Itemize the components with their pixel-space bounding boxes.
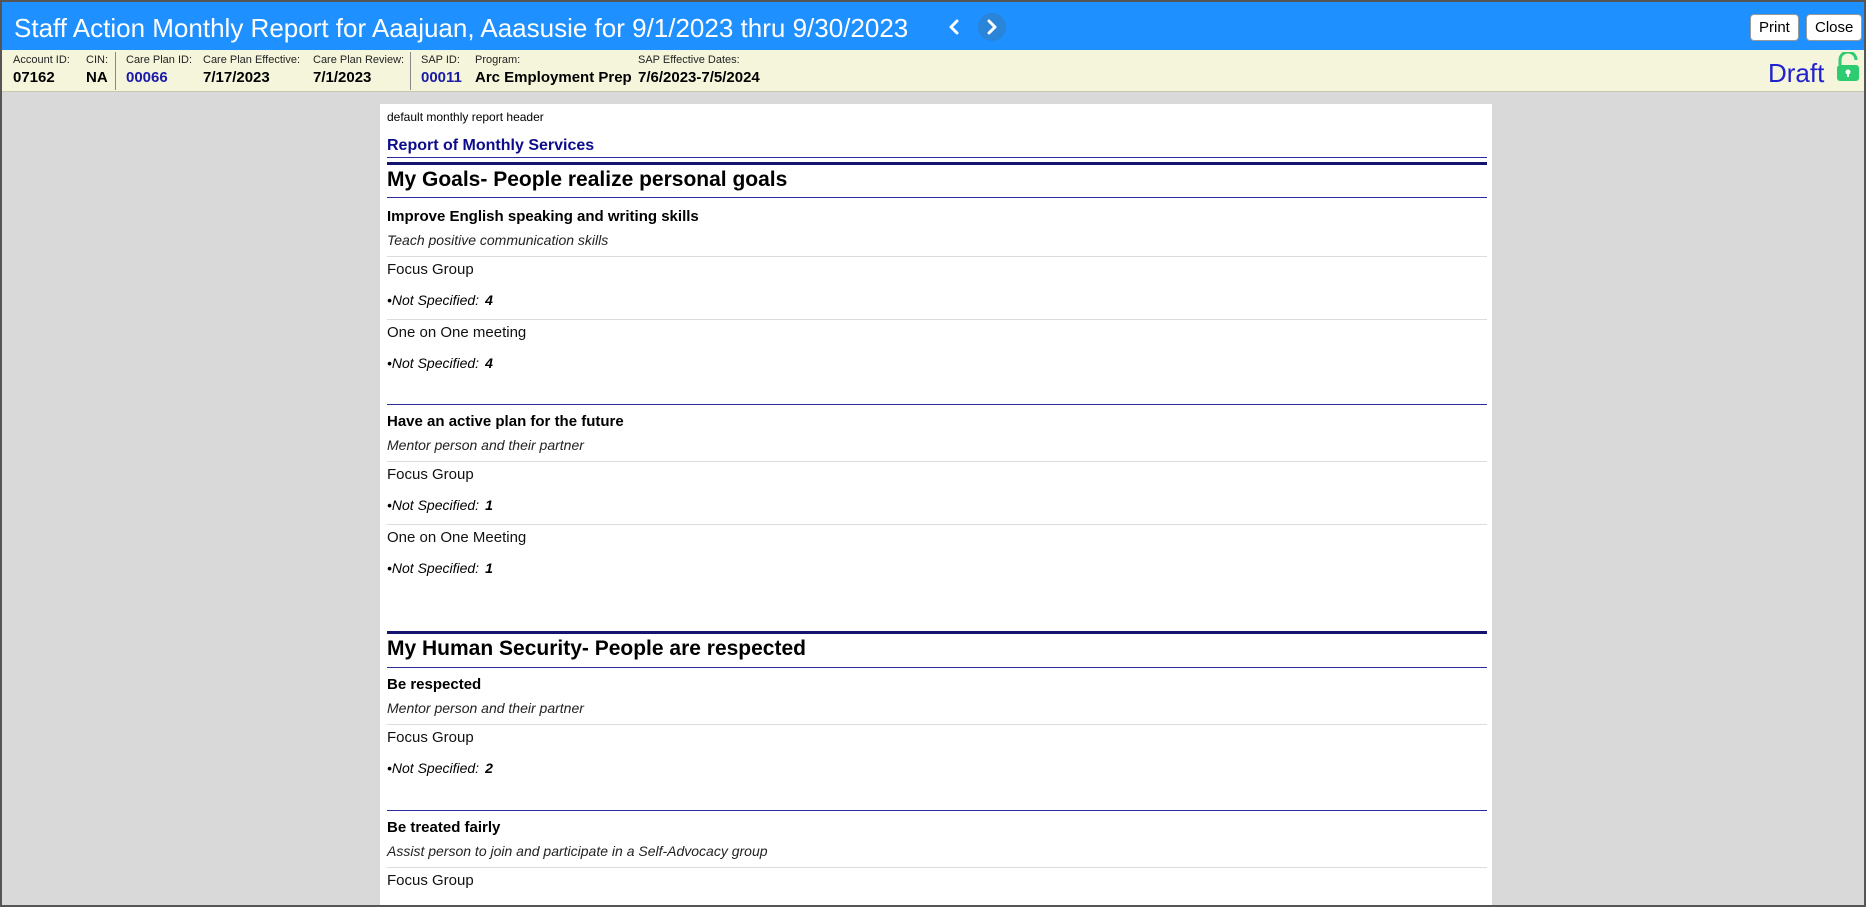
care-plan-effective-value: 7/17/2023 bbox=[203, 69, 270, 86]
service-count-row: •Not Specified: 1 bbox=[387, 560, 493, 576]
rule bbox=[387, 810, 1487, 811]
service-name: Focus Group bbox=[387, 729, 474, 746]
sap-dates-label: SAP Effective Dates: bbox=[638, 54, 740, 66]
next-report-button[interactable] bbox=[978, 13, 1006, 41]
service-name: One on One meeting bbox=[387, 324, 527, 341]
report-document: default monthly report header Report of … bbox=[380, 104, 1492, 905]
action-text: Assist person to join and participate in… bbox=[387, 843, 768, 859]
service-count-row: •Not Specified: 4 bbox=[387, 355, 493, 371]
rule bbox=[387, 631, 1487, 634]
unit-label: •Not Specified: bbox=[387, 560, 480, 576]
care-plan-id-label: Care Plan ID: bbox=[126, 54, 193, 66]
goal-heading: Improve English speaking and writing ski… bbox=[387, 208, 699, 225]
cin-label: CIN: bbox=[86, 54, 108, 66]
service-name: Focus Group bbox=[387, 261, 474, 278]
row-divider bbox=[387, 724, 1487, 725]
status-badge: Draft bbox=[1768, 58, 1825, 88]
service-count-row: •Not Specified: 2 bbox=[387, 760, 493, 776]
domain-heading: My Goals- People realize personal goals bbox=[387, 168, 788, 191]
care-plan-review-value: 7/1/2023 bbox=[313, 69, 372, 86]
action-text: Mentor person and their partner bbox=[387, 700, 584, 716]
service-count: 4 bbox=[485, 355, 493, 371]
report-window: Staff Action Monthly Report for Aaajuan,… bbox=[0, 0, 1866, 907]
goal-heading: Have an active plan for the future bbox=[387, 413, 624, 430]
unit-label: •Not Specified: bbox=[387, 355, 480, 371]
rule bbox=[387, 404, 1487, 405]
care-plan-id-field: Care Plan ID: 00066 bbox=[126, 54, 192, 86]
close-button[interactable]: Close bbox=[1806, 14, 1863, 41]
service-count: 1 bbox=[485, 497, 493, 513]
goal-heading: Be respected bbox=[387, 676, 482, 693]
previous-report-button[interactable] bbox=[940, 13, 968, 41]
action-text: Teach positive communication skills bbox=[387, 232, 609, 248]
cin-field: CIN: NA bbox=[86, 54, 108, 86]
sap-id-link[interactable]: 00011 bbox=[421, 69, 462, 86]
report-title: Report of Monthly Services bbox=[387, 137, 595, 154]
service-count-row: •Not Specified: 1 bbox=[387, 497, 493, 513]
chevron-left-icon bbox=[949, 19, 959, 35]
domain-heading: My Human Security- People are respected bbox=[387, 637, 806, 660]
service-count: 2 bbox=[485, 760, 493, 776]
unit-label: •Not Specified: bbox=[387, 292, 480, 308]
account-id-field: Account ID: 07162 bbox=[13, 54, 70, 86]
chevron-right-icon bbox=[987, 19, 997, 35]
service-count-row: •Not Specified: 4 bbox=[387, 292, 493, 308]
care-plan-review-label: Care Plan Review: bbox=[313, 54, 405, 66]
service-count: 4 bbox=[485, 292, 493, 308]
sap-id-label: SAP ID: bbox=[421, 54, 460, 66]
title-bar: Staff Action Monthly Report for Aaajuan,… bbox=[2, 2, 1864, 50]
row-divider bbox=[387, 256, 1487, 257]
action-text: Mentor person and their partner bbox=[387, 437, 584, 453]
print-button[interactable]: Print bbox=[1750, 14, 1799, 41]
cin-value: NA bbox=[86, 69, 108, 86]
plan-info-bar: Account ID: 07162 CIN: NA Care Plan ID: … bbox=[2, 50, 1864, 92]
window-title: Staff Action Monthly Report for Aaajuan,… bbox=[14, 13, 909, 43]
row-divider bbox=[387, 867, 1487, 868]
sap-id-field: SAP ID: 00011 bbox=[421, 54, 462, 86]
sap-dates-field: SAP Effective Dates: 7/6/2023-7/5/2024 bbox=[638, 54, 760, 86]
goal-heading: Be treated fairly bbox=[387, 819, 501, 836]
rule bbox=[387, 197, 1487, 198]
program-value: Arc Employment Prep bbox=[475, 69, 632, 86]
service-name: Focus Group bbox=[387, 466, 474, 483]
report-header-text: default monthly report header bbox=[387, 110, 544, 124]
program-label: Program: bbox=[475, 54, 521, 66]
rule bbox=[387, 157, 1487, 158]
unit-label: •Not Specified: bbox=[387, 760, 480, 776]
care-plan-id-link[interactable]: 00066 bbox=[126, 69, 192, 86]
row-divider bbox=[387, 461, 1487, 462]
program-field: Program: Arc Employment Prep bbox=[475, 54, 632, 86]
account-id-label: Account ID: bbox=[13, 54, 70, 66]
account-id-value: 07162 bbox=[13, 69, 55, 86]
care-plan-review-field: Care Plan Review: 7/1/2023 bbox=[313, 54, 404, 86]
divider bbox=[410, 52, 411, 90]
unit-label: •Not Specified: bbox=[387, 497, 480, 513]
divider bbox=[115, 52, 116, 90]
unlock-icon[interactable] bbox=[1835, 52, 1861, 82]
row-divider bbox=[387, 319, 1487, 320]
service-name: Focus Group bbox=[387, 872, 474, 889]
care-plan-effective-field: Care Plan Effective: 7/17/2023 bbox=[203, 54, 300, 86]
sap-dates-value: 7/6/2023-7/5/2024 bbox=[638, 69, 760, 86]
service-count: 1 bbox=[485, 560, 493, 576]
rule bbox=[387, 162, 1487, 165]
care-plan-effective-label: Care Plan Effective: bbox=[203, 54, 301, 66]
row-divider bbox=[387, 524, 1487, 525]
service-name: One on One Meeting bbox=[387, 529, 527, 546]
rule bbox=[387, 667, 1487, 668]
